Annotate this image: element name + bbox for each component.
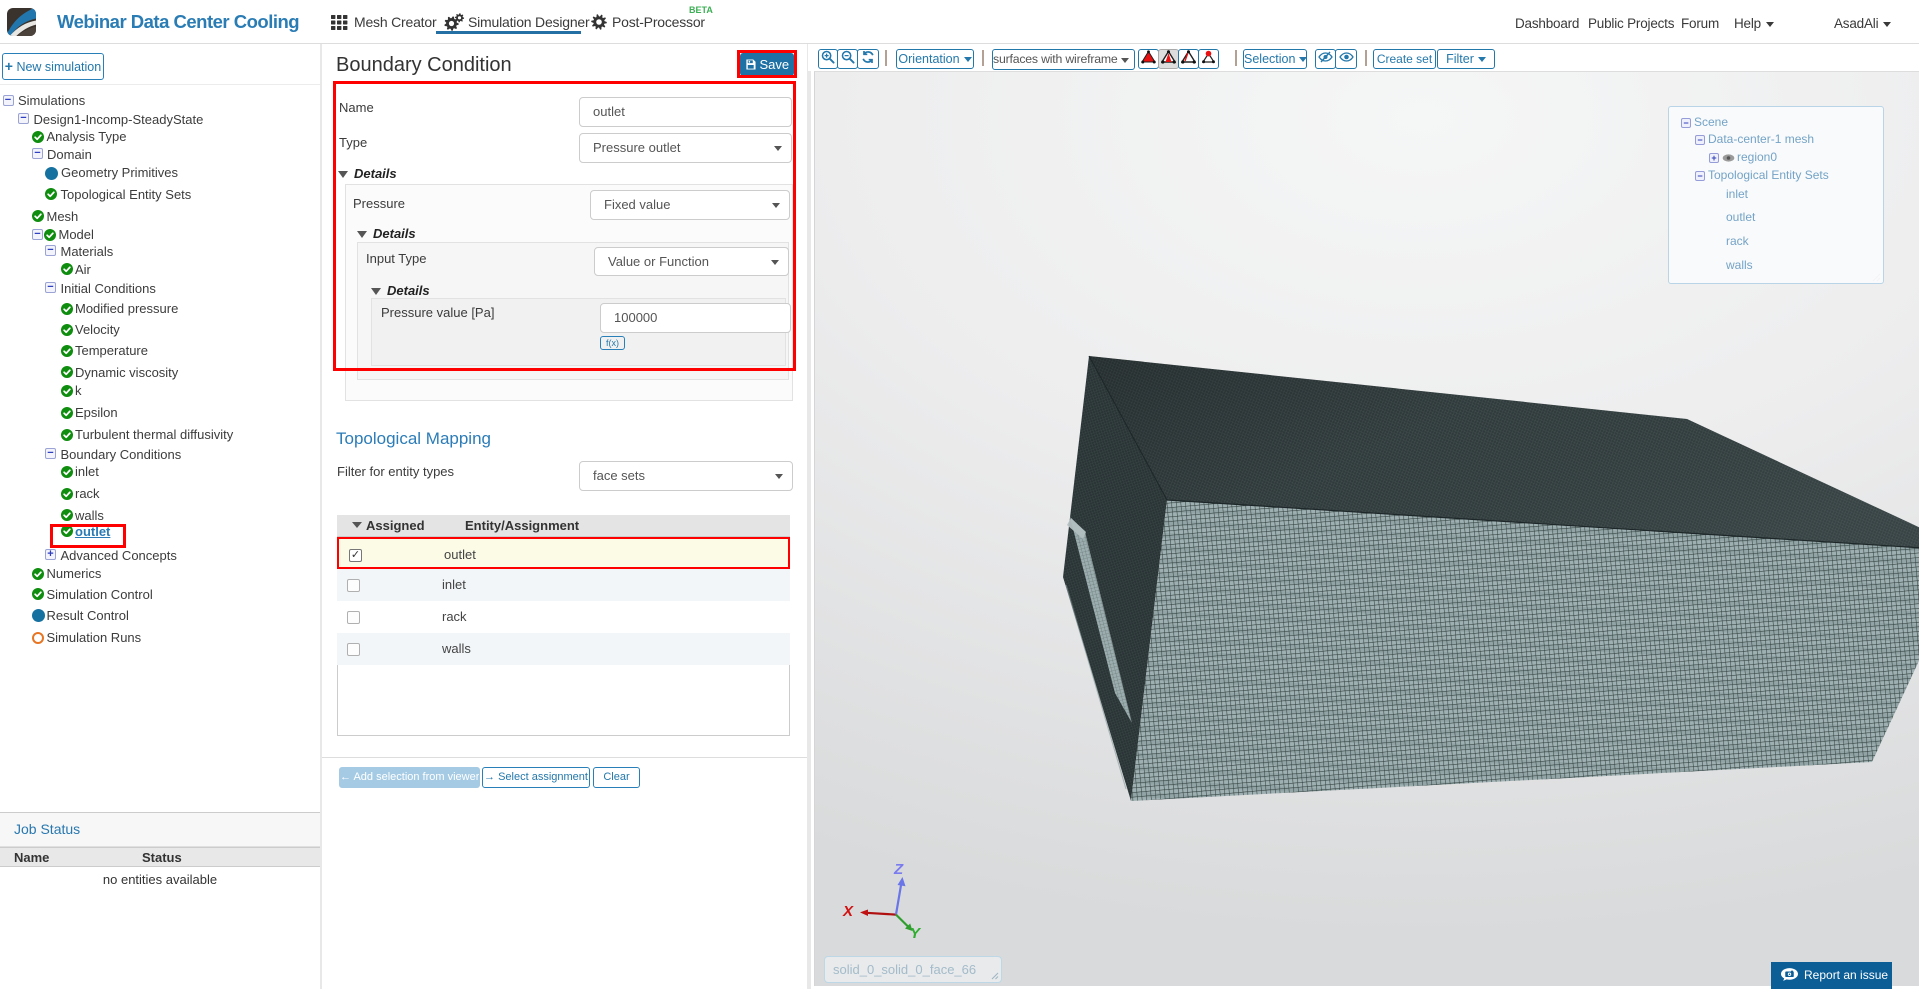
svg-text:Y: Y	[910, 925, 922, 942]
svg-text:Z: Z	[893, 861, 904, 878]
svg-text:X: X	[842, 903, 854, 920]
